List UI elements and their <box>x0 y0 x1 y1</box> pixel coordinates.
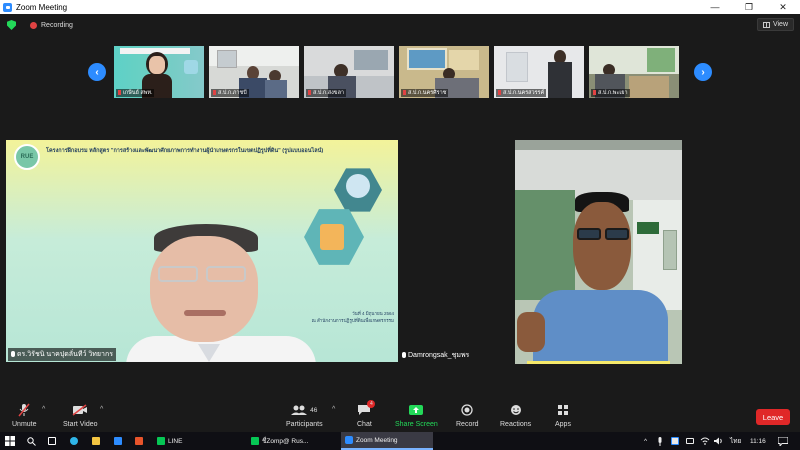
zoom-app-label: Zoom Meeting <box>356 436 398 444</box>
unmute-button[interactable]: Unmute <box>12 403 37 428</box>
reactions-button[interactable]: Reactions <box>500 403 531 428</box>
meeting-info-bar: Recording View <box>0 14 800 36</box>
participant-thumbnail[interactable]: ส.ป.ก.นครศิราช <box>399 46 489 98</box>
reactions-label: Reactions <box>500 421 532 428</box>
slide-logo: RUE <box>14 144 40 170</box>
microphone-tray-icon[interactable] <box>657 432 663 450</box>
chat-button[interactable]: 4 Chat <box>357 400 376 428</box>
clock[interactable]: 11:16 <box>750 432 766 450</box>
line-app-label: LINE <box>168 437 183 445</box>
speaker-name-label: Damrongsak_ชุมพร <box>408 352 470 359</box>
language-indicator[interactable]: ไทย <box>730 432 741 450</box>
record-label: Record <box>456 421 479 428</box>
share-screen-icon <box>409 405 424 415</box>
apps-button[interactable]: Apps <box>555 403 571 428</box>
edge-browser-icon[interactable] <box>70 432 78 450</box>
windows-logo-icon <box>5 436 15 446</box>
view-label: View <box>772 21 788 28</box>
zoom-tray-icon[interactable] <box>671 432 679 450</box>
chat-badge: 4 <box>367 400 376 408</box>
share-screen-button[interactable]: Share Screen <box>395 403 438 428</box>
notifications-icon[interactable] <box>778 432 788 450</box>
search-icon[interactable] <box>27 432 36 450</box>
slide-organization: ณ สำนักงานการปฏิรูปที่ดินเพื่อเกษตรกรรม <box>311 318 394 324</box>
taskbar-zoom-app[interactable]: Zoom Meeting <box>341 432 433 450</box>
file-explorer-icon[interactable] <box>92 432 100 450</box>
zoom-app-icon <box>3 2 12 12</box>
participants-count: 46 <box>310 406 318 414</box>
slide-title: โครงการฝึกอบรม หลักสูตร "การสร้างและพัฒน… <box>46 148 324 154</box>
participant-name: ดร.วิรัชนิ นาคปุดลั่นทีว์ วิทยากร <box>8 348 116 361</box>
participant-thumbnail[interactable]: ส.ป.ก.สงขลา <box>304 46 394 98</box>
rus-app-label: ชื่Zоmp@ Rus... <box>262 438 309 445</box>
wifi-icon[interactable] <box>700 432 710 450</box>
video-options-caret[interactable]: ^ <box>100 406 103 413</box>
window-title-bar: Zoom Meeting — ❐ ✕ <box>0 0 800 14</box>
apps-label: Apps <box>555 421 571 428</box>
presenter-name-label: ดร.วิรัชนิ นาคปุดลั่นทีว์ วิทยากร <box>17 351 113 358</box>
thumbnail-name: ส.ป.ก.พะเยา <box>591 89 630 97</box>
presenter-video-tile[interactable]: RUE โครงการฝึกอบรม หลักสูตร "การสร้างและ… <box>6 140 398 362</box>
start-video-button[interactable]: Start Video <box>63 403 98 428</box>
apps-icon <box>557 405 568 415</box>
active-speaker-indicator <box>527 361 670 364</box>
record-button[interactable]: Record <box>456 403 479 428</box>
app-icon <box>251 437 259 445</box>
window-title: Zoom Meeting <box>16 2 68 12</box>
start-video-label: Start Video <box>63 421 98 428</box>
chevron-left-icon: ‹ <box>95 66 99 78</box>
active-speaker-video-tile[interactable] <box>515 140 682 364</box>
recording-label[interactable]: Recording <box>41 22 73 29</box>
thumbnail-name: เกษีนย์ สพท. <box>116 89 155 97</box>
windows-taskbar: LINE ชื่Zоmp@ Rus... Zoom Meeting ^ ไทย … <box>0 432 800 450</box>
task-view-icon[interactable] <box>48 432 56 450</box>
next-page-button[interactable]: › <box>694 63 712 81</box>
office-icon[interactable] <box>135 432 143 450</box>
maximize-button[interactable]: ❐ <box>732 0 766 14</box>
previous-page-button[interactable]: ‹ <box>88 63 106 81</box>
video-camera-off-icon <box>72 403 88 417</box>
unmute-label: Unmute <box>12 421 37 428</box>
system-tray-caret[interactable]: ^ <box>644 432 647 450</box>
participants-options-caret[interactable]: ^ <box>332 406 335 413</box>
taskbar-rus-app[interactable]: ชื่Zоmp@ Rus... <box>247 432 337 450</box>
record-icon <box>461 404 473 416</box>
participant-thumbnail[interactable]: เกษีนย์ สพท. <box>114 46 204 98</box>
close-button[interactable]: ✕ <box>766 0 800 14</box>
encryption-shield-icon[interactable] <box>7 20 16 30</box>
participant-thumbnail[interactable]: ส.ป.ก.พะเยา <box>589 46 679 98</box>
meeting-toolbar: Unmute ^ Start Video ^ 46 Participants ^… <box>0 398 800 432</box>
smiley-plus-icon <box>510 405 521 415</box>
share-screen-label: Share Screen <box>395 421 438 428</box>
participants-label: Participants <box>286 421 323 428</box>
recording-dot-icon <box>30 21 37 29</box>
monitor-tray-icon[interactable] <box>686 432 694 450</box>
participant-thumbnail[interactable]: ส.ป.ก.ภาชบี <box>209 46 299 98</box>
view-button[interactable]: View <box>756 18 794 31</box>
thumbnail-name: ส.ป.ก.สงขลา <box>306 89 347 97</box>
muted-mic-icon <box>11 351 15 357</box>
start-button[interactable] <box>5 432 15 450</box>
thumbnail-name: ส.ป.ก.นครศิราช <box>401 89 449 97</box>
slide-date: วันที่ 4 มิถุนายน 2564 <box>352 311 394 316</box>
gallery-view-icon <box>762 21 770 28</box>
participants-icon <box>291 405 308 415</box>
thumbnail-name: ส.ป.ก.ภาชบี <box>211 89 249 97</box>
zoom-app-icon <box>345 436 353 444</box>
chevron-right-icon: › <box>701 66 705 78</box>
taskbar-line-app[interactable]: LINE <box>153 432 243 450</box>
microphone-muted-icon <box>18 403 30 417</box>
volume-icon[interactable] <box>714 432 724 450</box>
line-app-icon <box>157 437 165 445</box>
participant-name: Damrongsak_ชุมพร <box>402 350 469 361</box>
mail-icon[interactable] <box>114 432 122 450</box>
participant-thumbnail[interactable]: ส.ป.ก.นครสวรรค์ <box>494 46 584 98</box>
muted-mic-icon <box>402 352 406 358</box>
minimize-button[interactable]: — <box>698 0 732 14</box>
thumbnail-name: ส.ป.ก.นครสวรรค์ <box>496 89 547 97</box>
chat-label: Chat <box>357 421 372 428</box>
leave-button[interactable]: Leave <box>756 409 790 425</box>
audio-options-caret[interactable]: ^ <box>42 406 45 413</box>
participants-button[interactable]: 46 Participants <box>286 403 323 428</box>
